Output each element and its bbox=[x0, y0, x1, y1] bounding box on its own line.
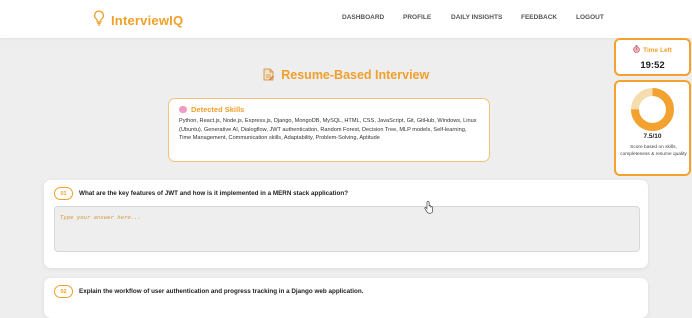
nav-profile[interactable]: PROFILE bbox=[403, 14, 431, 21]
question-number-badge: 02 bbox=[54, 285, 73, 298]
timer-card: Time Left 19:52 bbox=[614, 38, 691, 76]
question-text: Explain the workflow of user authenticat… bbox=[79, 288, 364, 295]
timer-value: 19:52 bbox=[640, 60, 665, 71]
page-title: Resume-Based Interview bbox=[0, 68, 692, 84]
skills-title: Detected Skills bbox=[191, 105, 245, 114]
question-text: What are the key features of JWT and how… bbox=[79, 190, 349, 197]
brand-name: InterviewIQ bbox=[111, 13, 184, 28]
score-card: 7.5/10 Score based on skills, completene… bbox=[614, 80, 691, 176]
brain-icon bbox=[179, 106, 187, 113]
nav-daily-insights[interactable]: DAILY INSIGHTS bbox=[451, 14, 502, 21]
score-note: Score based on skills, completeness & re… bbox=[620, 145, 687, 158]
mouse-cursor-icon bbox=[424, 201, 433, 214]
document-icon bbox=[263, 68, 274, 84]
question-card: 01 What are the key features of JWT and … bbox=[44, 180, 648, 268]
timer-label: Time Left bbox=[643, 46, 672, 54]
question-number-badge: 01 bbox=[54, 187, 73, 200]
top-navbar: InterviewIQ DASHBOARD PROFILE DAILY INSI… bbox=[0, 0, 692, 38]
answer-placeholder: Type your answer here... bbox=[60, 215, 141, 221]
answer-textarea[interactable]: Type your answer here... bbox=[54, 206, 640, 252]
nav-logout[interactable]: LOGOUT bbox=[576, 14, 604, 21]
question-card: 02 Explain the workflow of user authenti… bbox=[44, 278, 648, 318]
skills-header: Detected Skills bbox=[179, 105, 479, 114]
nav-feedback[interactable]: FEEDBACK bbox=[521, 14, 557, 21]
stopwatch-icon bbox=[633, 45, 640, 55]
brand-logo[interactable]: InterviewIQ bbox=[93, 10, 183, 31]
skills-list: Python, React.js, Node.js, Express.js, D… bbox=[179, 118, 477, 142]
score-value: 7.5/10 bbox=[643, 133, 662, 140]
page-title-text: Resume-Based Interview bbox=[281, 68, 430, 82]
detected-skills-card: Detected Skills Python, React.js, Node.j… bbox=[168, 98, 490, 162]
lightbulb-icon bbox=[93, 10, 105, 31]
score-donut bbox=[631, 88, 674, 131]
timer-header: Time Left bbox=[616, 45, 689, 55]
nav-dashboard[interactable]: DASHBOARD bbox=[342, 14, 384, 21]
